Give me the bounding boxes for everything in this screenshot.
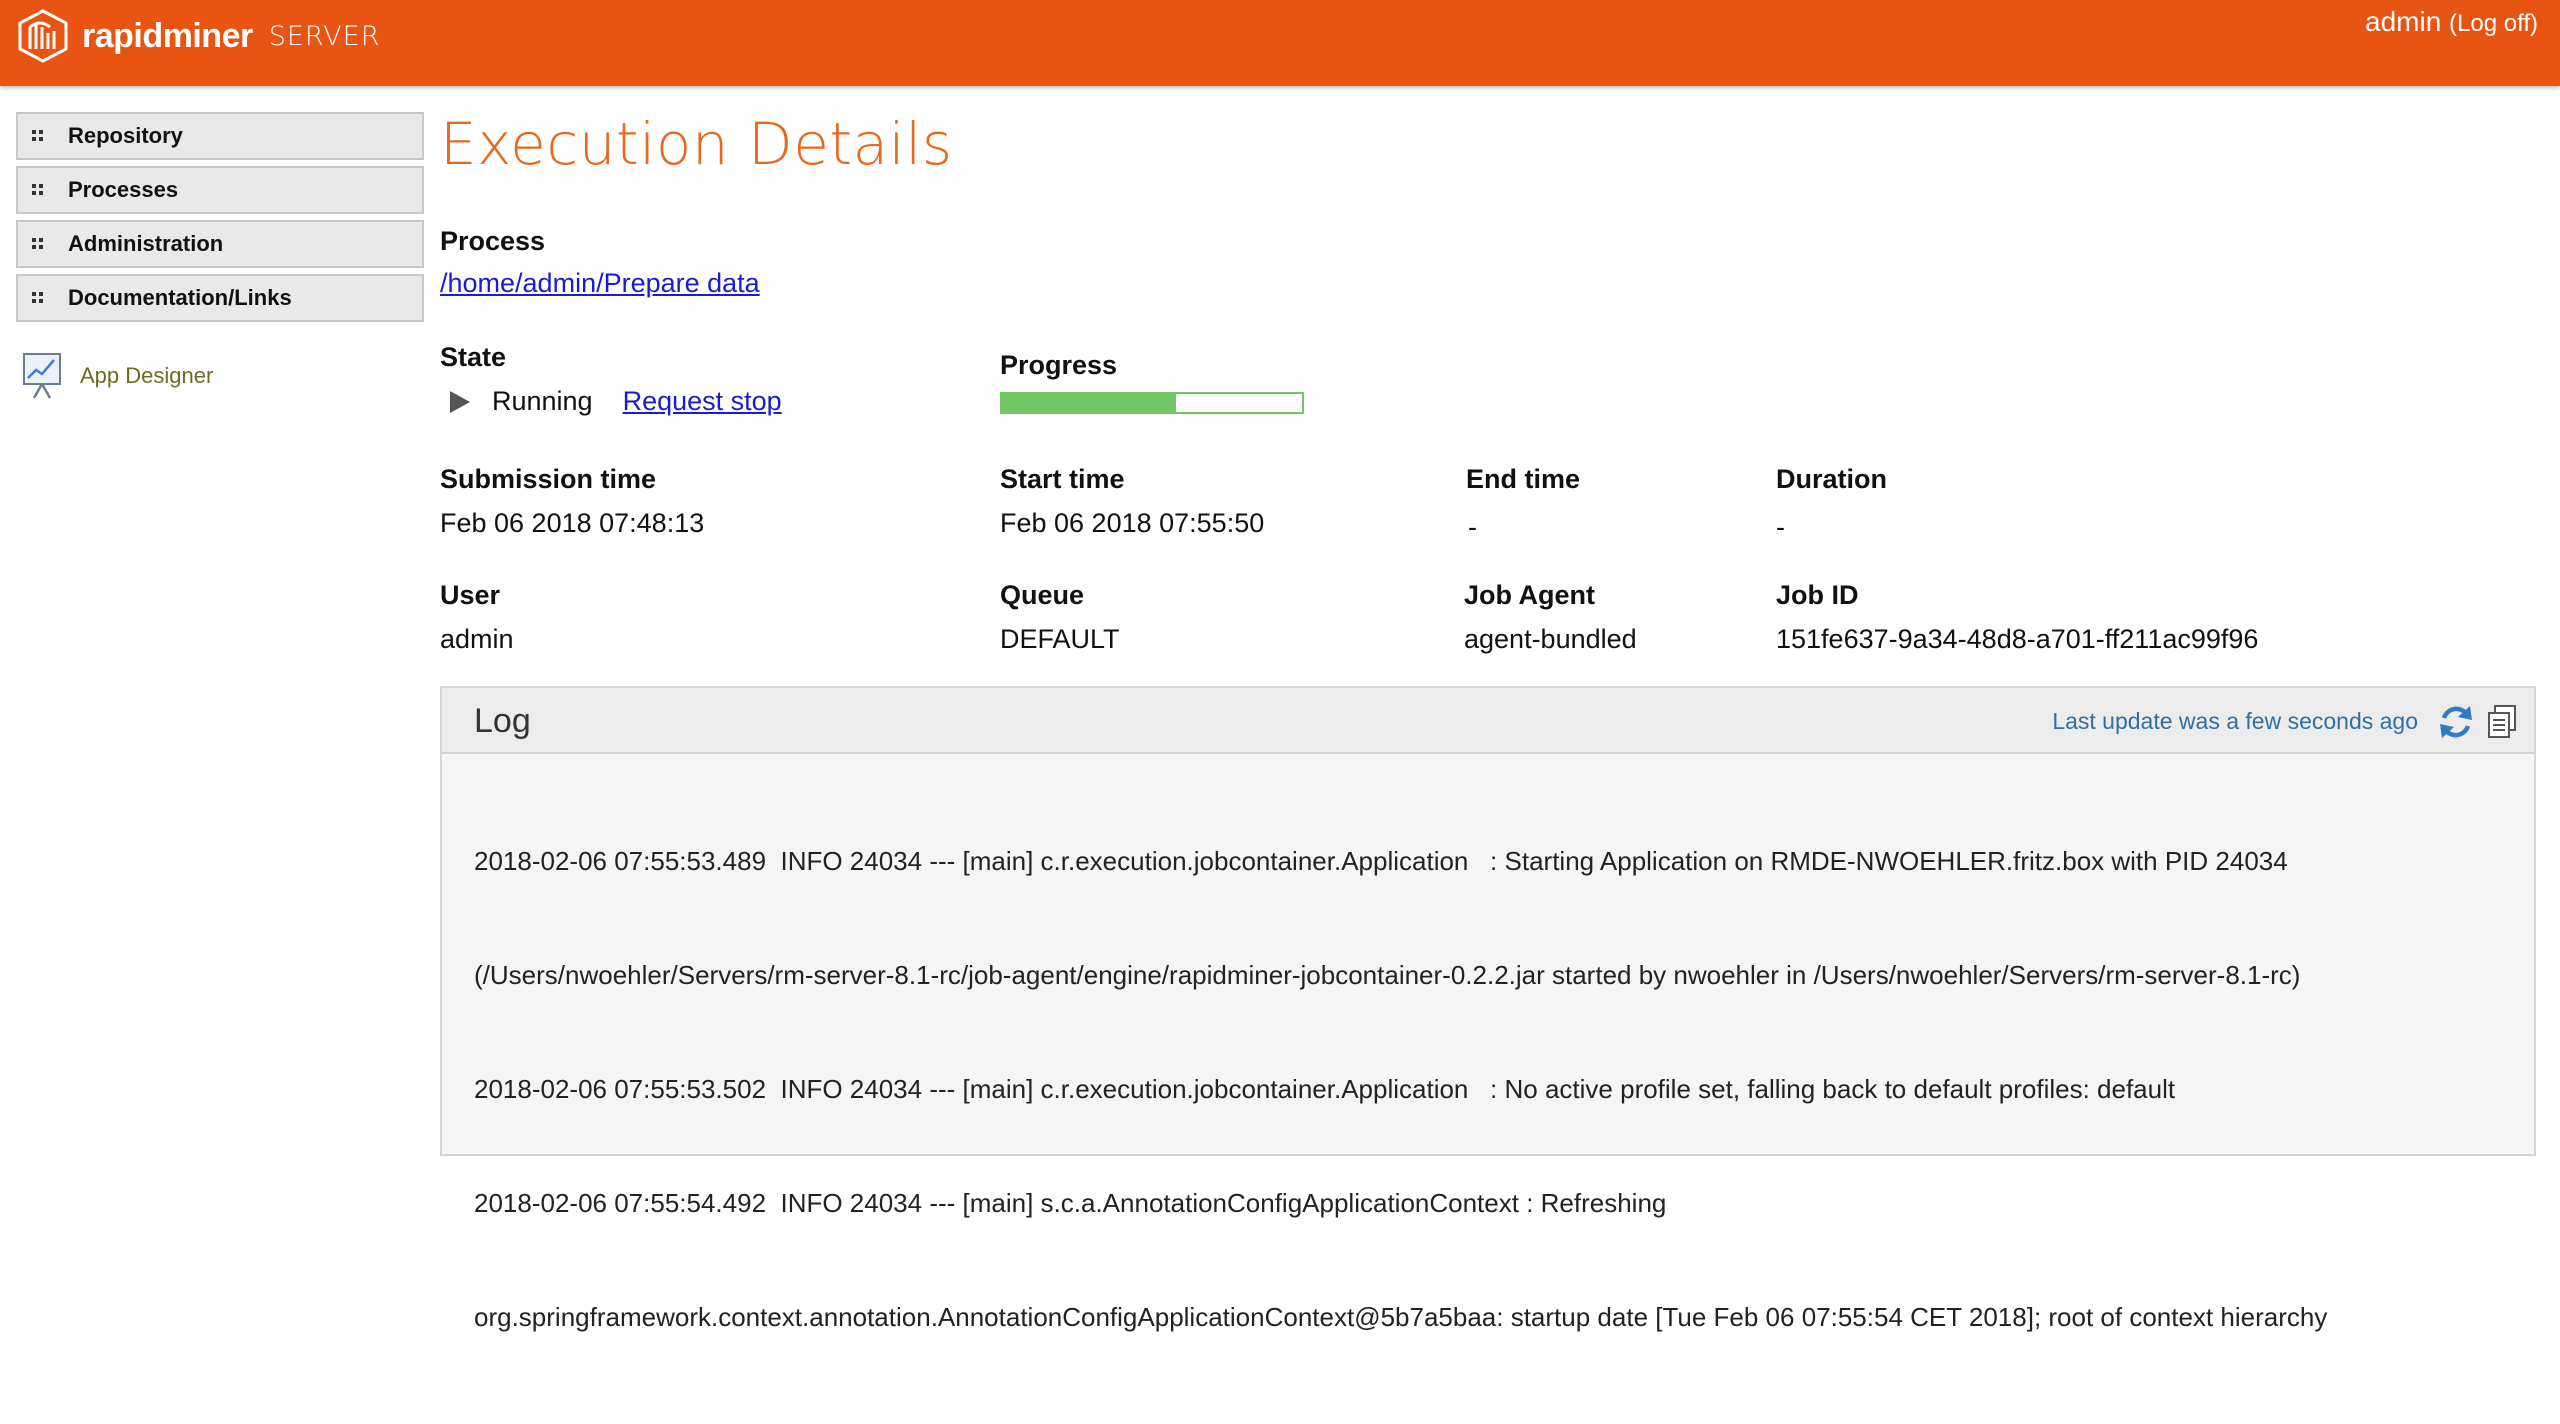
progress-bar	[1000, 392, 1304, 414]
log-title: Log	[474, 702, 531, 740]
job-agent-value: agent-bundled	[1464, 624, 1637, 654]
user-value: admin	[440, 624, 514, 654]
start-time-label: Start time	[1000, 464, 1125, 494]
queue-label: Queue	[1000, 580, 1085, 610]
submission-time-label: Submission time	[440, 464, 657, 494]
log-line: 2018-02-06 07:55:54.492 INFO 24034 --- […	[474, 1188, 1667, 1218]
job-agent-label: Job Agent	[1464, 580, 1595, 610]
user-label: User	[440, 580, 501, 610]
log-line: 2018-02-06 07:55:53.502 INFO 24034 --- […	[474, 1074, 2176, 1104]
state-row: Running Request stop	[450, 386, 782, 417]
rapidminer-logo-icon	[18, 9, 68, 63]
start-time-value: Feb 06 2018 07:55:50	[1000, 508, 1265, 538]
grip-icon	[32, 130, 44, 142]
last-update-text: Last update was a few seconds ago	[2052, 708, 2418, 734]
process-label: Process	[440, 226, 546, 256]
grip-icon	[32, 292, 44, 304]
process-path-link[interactable]: /home/admin/Prepare data	[440, 268, 760, 299]
progress-fill	[1002, 394, 1176, 412]
job-id-value: 151fe637-9a34-48d8-a701-ff211ac99f96	[1776, 624, 2259, 654]
state-label: State	[440, 342, 507, 372]
log-line: org.springframework.context.annotation.A…	[474, 1302, 2328, 1332]
end-time-label: End time	[1466, 464, 1581, 494]
brand-name: rapidminer	[82, 16, 253, 55]
sidebar-item-documentation[interactable]: Documentation/Links	[16, 274, 424, 322]
chart-presentation-icon	[23, 353, 61, 399]
main-content: Execution Details Process /home/admin/Pr…	[440, 0, 2540, 1332]
state-value: Running	[492, 386, 593, 416]
sidebar-item-repository[interactable]: Repository	[16, 112, 424, 160]
app-designer-label: App Designer	[80, 363, 214, 388]
sidebar-item-label: Repository	[68, 123, 183, 148]
sidebar-item-label: Processes	[68, 177, 179, 202]
page-title: Execution Details	[440, 110, 953, 178]
sidebar: Repository Processes Administration Docu…	[16, 112, 424, 400]
refresh-icon[interactable]	[2436, 702, 2476, 742]
sidebar-item-administration[interactable]: Administration	[16, 220, 424, 268]
sidebar-item-processes[interactable]: Processes	[16, 166, 424, 214]
logo[interactable]: rapidminer SERVER	[16, 8, 381, 64]
grip-icon	[32, 238, 44, 250]
request-stop-link[interactable]: Request stop	[623, 386, 782, 417]
play-icon	[450, 390, 470, 413]
sidebar-item-label: Administration	[68, 231, 224, 256]
log-line: 2018-02-06 07:55:53.489 INFO 24034 --- […	[474, 846, 2288, 876]
duration-value: -	[1776, 512, 1785, 542]
log-panel: Log Last update was a few seconds ago 20…	[440, 686, 2536, 1332]
copy-icon[interactable]	[2486, 704, 2518, 740]
log-line: (/Users/nwoehler/Servers/rm-server-8.1-r…	[474, 960, 2301, 990]
end-time-value: -	[1468, 512, 1477, 542]
app-designer-link[interactable]: App Designer	[16, 352, 424, 400]
submission-time-value: Feb 06 2018 07:48:13	[440, 508, 705, 538]
duration-label: Duration	[1776, 464, 1887, 494]
sidebar-item-label: Documentation/Links	[68, 285, 292, 310]
progress-label: Progress	[1000, 350, 1118, 380]
queue-value: DEFAULT	[1000, 624, 1120, 654]
grip-icon	[32, 184, 44, 196]
log-body: 2018-02-06 07:55:53.489 INFO 24034 --- […	[442, 754, 2534, 1424]
log-header: Log Last update was a few seconds ago	[442, 688, 2534, 754]
job-id-label: Job ID	[1776, 580, 1859, 610]
product-name: SERVER	[268, 20, 381, 52]
